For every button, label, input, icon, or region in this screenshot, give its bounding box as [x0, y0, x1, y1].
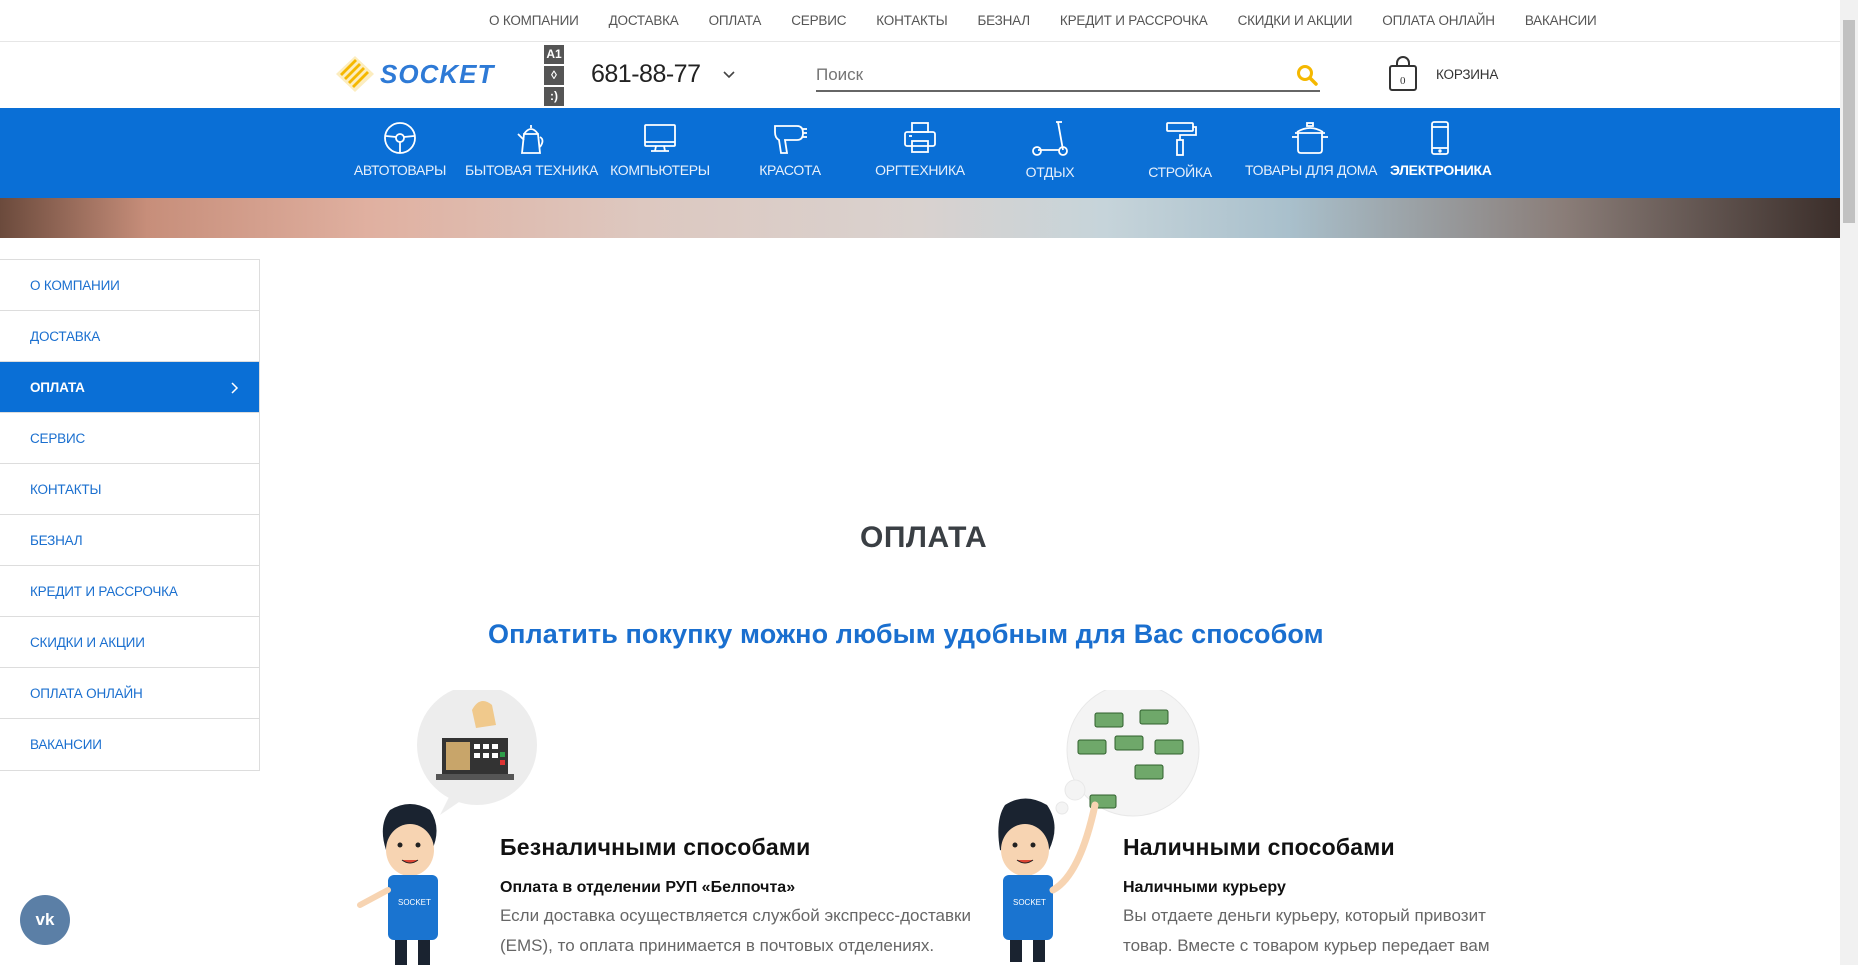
sidebar-item-service[interactable]: СЕРВИС — [0, 413, 259, 464]
category-label: КОМПЬЮТЕРЫ — [610, 162, 710, 178]
chevron-right-icon — [231, 362, 239, 413]
pot-icon — [1292, 122, 1328, 154]
cash-text-line: товар. Вместе с товаром курьер передает … — [1123, 936, 1490, 955]
category-label: ЭЛЕКТРОНИКА — [1390, 162, 1492, 178]
top-nav-item[interactable]: ОПЛАТА — [709, 13, 762, 28]
cashless-text-line: (EMS), то оплата принимается в почтовых … — [500, 936, 935, 955]
cashless-subheading: Оплата в отделении РУП «Белпочта» — [500, 879, 796, 896]
kettle-icon — [517, 125, 544, 154]
chevron-down-icon[interactable] — [723, 66, 735, 82]
category-label: ОРГТЕХНИКА — [875, 162, 965, 178]
operator-life-icon[interactable]: :) — [544, 87, 564, 106]
top-nav-item[interactable]: КРЕДИТ И РАССРОЧКА — [1060, 13, 1208, 28]
cashless-section: Безналичными способами Оплата в отделени… — [500, 834, 971, 961]
operator-mts-icon[interactable]: ◊ — [544, 66, 564, 85]
top-navigation: О КОМПАНИИ ДОСТАВКА ОПЛАТА СЕРВИС КОНТАК… — [0, 0, 1840, 42]
top-nav-item[interactable]: ДОСТАВКА — [609, 13, 679, 28]
top-nav-list: О КОМПАНИИ ДОСТАВКА ОПЛАТА СЕРВИС КОНТАК… — [489, 13, 1627, 28]
sidebar-item-delivery[interactable]: ДОСТАВКА — [0, 311, 259, 362]
smartphone-icon — [1431, 121, 1449, 155]
phone-number[interactable]: 681-88-77 — [591, 60, 701, 89]
printer-icon — [904, 122, 936, 153]
cart-label[interactable]: КОРЗИНА — [1436, 67, 1498, 82]
cash-subheading: Наличными курьеру — [1123, 879, 1286, 896]
steering-wheel-icon — [384, 122, 416, 154]
hair-dryer-icon — [774, 125, 807, 154]
cashless-heading: Безналичными способами — [500, 834, 811, 860]
category-label: КРАСОТА — [759, 162, 821, 178]
category-electronics[interactable]: ЭЛЕКТРОНИКА — [1390, 108, 1492, 198]
category-label: АВТОТОВАРЫ — [353, 162, 447, 178]
logo[interactable]: SOCKET — [336, 56, 494, 92]
search-box — [816, 62, 1320, 92]
monitor-icon — [644, 124, 676, 152]
top-nav-item[interactable]: ОПЛАТА ОНЛАЙН — [1382, 13, 1495, 28]
sidebar-item-vacancies[interactable]: ВАКАНСИИ — [0, 719, 259, 770]
sidebar-item-label: ОПЛАТА — [30, 380, 85, 395]
search-input[interactable] — [816, 62, 1276, 85]
category-beauty[interactable]: КРАСОТА — [740, 108, 840, 198]
paint-roller-icon — [1166, 122, 1197, 156]
scrollbar[interactable] — [1840, 0, 1858, 965]
operator-icons: A1 ◊ :) — [544, 45, 564, 108]
sidebar-item-discounts[interactable]: СКИДКИ И АКЦИИ — [0, 617, 259, 668]
category-leisure[interactable]: ОТДЫХ — [1000, 108, 1100, 198]
cash-section: Наличными способами Наличными курьеру Вы… — [1123, 834, 1490, 961]
sidebar-item-online-payment[interactable]: ОПЛАТА ОНЛАЙН — [0, 668, 259, 719]
category-appliances[interactable]: БЫТОВАЯ ТЕХНИКА — [465, 108, 598, 198]
top-nav-item[interactable]: КОНТАКТЫ — [876, 13, 947, 28]
top-nav-item[interactable]: БЕЗНАЛ — [977, 13, 1030, 28]
operator-a1-icon[interactable]: A1 — [544, 45, 564, 64]
category-office[interactable]: ОРГТЕХНИКА — [870, 108, 970, 198]
cash-heading: Наличными способами — [1123, 834, 1395, 860]
top-nav-item[interactable]: О КОМПАНИИ — [489, 13, 579, 28]
sidebar-item-payment[interactable]: ОПЛАТА — [0, 362, 259, 413]
cashless-text-line: Если доставка осуществляется службой экс… — [500, 906, 971, 925]
sidebar-menu: О КОМПАНИИ ДОСТАВКА ОПЛАТА СЕРВИС КОНТАК… — [0, 259, 260, 771]
logo-mark-icon — [336, 56, 374, 92]
category-computers[interactable]: КОМПЬЮТЕРЫ — [610, 108, 710, 198]
cart-count: 0 — [1400, 75, 1406, 87]
logo-text: SOCKET — [380, 58, 495, 89]
sidebar-item-about[interactable]: О КОМПАНИИ — [0, 260, 259, 311]
top-nav-item[interactable]: СКИДКИ И АКЦИИ — [1238, 13, 1353, 28]
top-nav-item[interactable]: СЕРВИС — [791, 13, 846, 28]
sidebar-item-cashless[interactable]: БЕЗНАЛ — [0, 515, 259, 566]
category-construction[interactable]: СТРОЙКА — [1130, 108, 1230, 198]
category-label: СТРОЙКА — [1148, 164, 1212, 180]
category-label: ТОВАРЫ ДЛЯ ДОМА — [1245, 162, 1378, 178]
category-bar: АВТОТОВАРЫ БЫТОВАЯ ТЕХНИКА КОМПЬЮТЕРЫ КР… — [0, 108, 1840, 198]
sidebar-item-contacts[interactable]: КОНТАКТЫ — [0, 464, 259, 515]
svg-text:SOCKET: SOCKET — [1013, 898, 1046, 907]
category-auto[interactable]: АВТОТОВАРЫ — [350, 108, 450, 198]
category-label: ОТДЫХ — [1025, 164, 1075, 180]
scrollbar-thumb[interactable] — [1843, 20, 1855, 223]
hero-banner-image — [0, 198, 1840, 238]
category-label: БЫТОВАЯ ТЕХНИКА — [465, 162, 598, 178]
vk-icon[interactable]: vk — [20, 895, 70, 945]
category-home[interactable]: ТОВАРЫ ДЛЯ ДОМА — [1245, 108, 1378, 198]
scooter-icon — [1032, 121, 1068, 156]
sidebar-item-credit[interactable]: КРЕДИТ И РАССРОЧКА — [0, 566, 259, 617]
site-header: SOCKET A1 ◊ :) 681-88-77 0 КОРЗИНА — [0, 42, 1840, 108]
search-icon[interactable] — [1296, 64, 1318, 86]
page-subtitle: Оплатить покупку можно любым удобным для… — [488, 619, 1324, 649]
page-title: ОПЛАТА — [860, 521, 988, 554]
cash-text-line: Вы отдаете деньги курьеру, который приво… — [1123, 906, 1486, 925]
svg-text:SOCKET: SOCKET — [398, 898, 431, 907]
top-nav-item[interactable]: ВАКАНСИИ — [1525, 13, 1597, 28]
